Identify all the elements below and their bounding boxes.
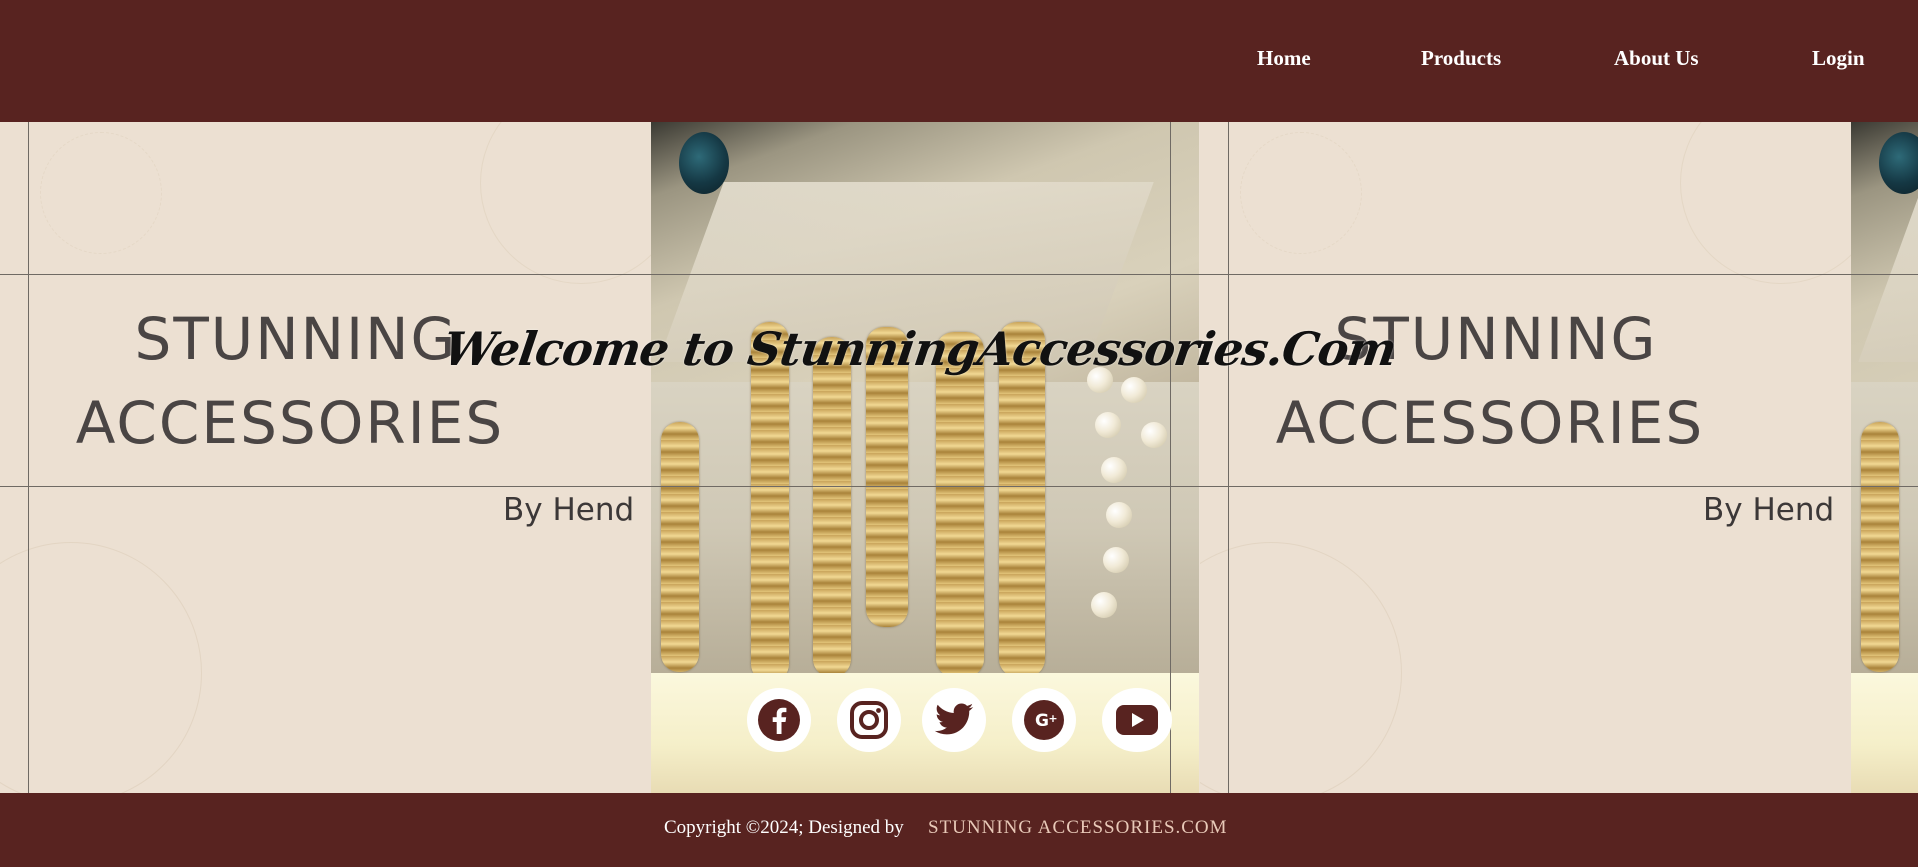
banner-panel: STUNNING ACCESSORIES By Hend: [0, 122, 651, 793]
grid-line: [28, 122, 29, 793]
facebook-icon: [758, 699, 800, 741]
jewelry-photo: [1851, 122, 1918, 673]
banner-byline: By Hend: [503, 492, 635, 528]
photo-strip: [1851, 673, 1918, 793]
jewelry-photo: [651, 122, 1199, 673]
nav-home-link[interactable]: Home: [1257, 46, 1311, 71]
youtube-button[interactable]: [1102, 688, 1172, 752]
footer: Copyright ©2024; Designed by STUNNING AC…: [0, 793, 1918, 867]
welcome-heading: Welcome to StunningAccessories.Com: [440, 322, 1400, 376]
banner-tile: STUNNING ACCESSORIES By Hend: [1200, 122, 1918, 793]
banner-byline: By Hend: [1703, 492, 1835, 528]
nav-products-link[interactable]: Products: [1421, 46, 1501, 71]
top-nav: Home Products About Us Login: [0, 0, 1918, 122]
twitter-icon: [934, 703, 974, 735]
footer-copyright: Copyright ©2024; Designed by: [664, 817, 904, 838]
facebook-button[interactable]: [747, 688, 811, 752]
nav-about-us-link[interactable]: About Us: [1614, 46, 1699, 71]
instagram-icon: [850, 701, 888, 739]
grid-line: [1228, 122, 1229, 793]
google-plus-button[interactable]: G +: [1012, 688, 1076, 752]
grid-line: [0, 274, 1918, 275]
banner-tile: STUNNING ACCESSORIES By Hend: [0, 122, 1200, 793]
grid-line: [1170, 122, 1171, 793]
grid-line: [0, 486, 1918, 487]
google-plus-icon: G +: [1024, 700, 1064, 740]
footer-site-link[interactable]: STUNNING ACCESSORIES.COM: [928, 817, 1228, 839]
banner-title-line2: ACCESSORIES: [1275, 389, 1705, 457]
instagram-button[interactable]: [837, 688, 901, 752]
banner-panel: STUNNING ACCESSORIES By Hend: [1200, 122, 1851, 793]
nav-login-link[interactable]: Login: [1812, 46, 1865, 71]
svg-text:G: G: [1035, 711, 1049, 731]
svg-text:+: +: [1048, 712, 1057, 725]
twitter-button[interactable]: [922, 688, 986, 752]
youtube-icon: [1116, 705, 1158, 735]
banner-title-line2: ACCESSORIES: [75, 389, 505, 457]
